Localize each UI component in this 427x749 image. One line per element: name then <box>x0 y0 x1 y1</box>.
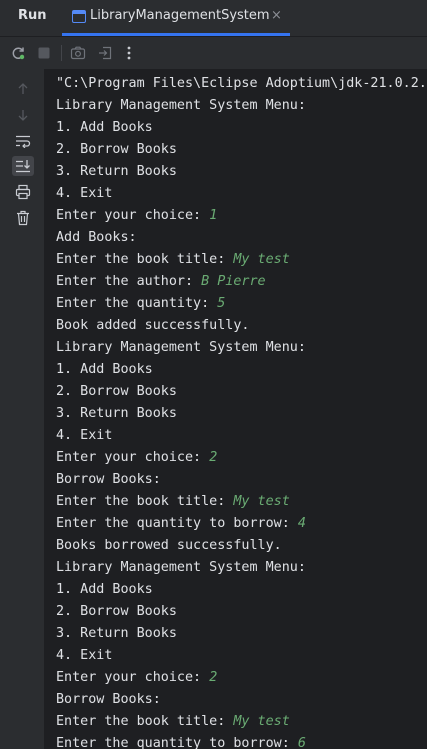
console-line: Books borrowed successfully. <box>56 535 282 557</box>
console-line: "C:\Program Files\Eclipse Adoptium\jdk-2… <box>56 73 427 95</box>
console-line: 4. Exit <box>56 425 112 447</box>
console-text: Enter your choice: <box>56 450 210 465</box>
user-input-text: My test <box>233 252 290 267</box>
console-line: Enter your choice: 2 <box>56 667 217 689</box>
scroll-to-end-icon[interactable] <box>12 156 34 176</box>
console-text: Library Management System Menu: <box>56 560 306 575</box>
console-line: Add Books: <box>56 227 137 249</box>
console-line: Enter the quantity to borrow: 6 <box>56 733 306 749</box>
console-line: Enter your choice: 1 <box>56 205 217 227</box>
console-text: Enter the book title: <box>56 252 234 267</box>
console-text: Library Management System Menu: <box>56 340 306 355</box>
console-text: 3. Return Books <box>56 164 177 179</box>
console-output[interactable]: "C:\Program Files\Eclipse Adoptium\jdk-2… <box>44 69 427 749</box>
console-text: Enter the quantity: <box>56 296 218 311</box>
tab-title: LibraryManagementSystem <box>90 8 270 23</box>
console-text: Enter the author: <box>56 274 202 289</box>
console-line: 4. Exit <box>56 183 112 205</box>
user-input-text: My test <box>233 494 290 509</box>
console-line: Library Management System Menu: <box>56 557 306 579</box>
console-text: "C:\Program Files\Eclipse Adoptium\jdk-2… <box>56 76 427 91</box>
user-input-text: 4 <box>297 516 306 531</box>
run-toolbar <box>0 37 427 69</box>
console-line: 3. Return Books <box>56 161 177 183</box>
console-line: Enter the book title: My test <box>56 249 290 271</box>
console-line: 1. Add Books <box>56 117 153 139</box>
run-tab-bar: Run LibraryManagementSystem × <box>0 0 427 37</box>
console-text: 2. Borrow Books <box>56 384 177 399</box>
console-line: 4. Exit <box>56 645 112 667</box>
console-text: Enter the quantity to borrow: <box>56 516 298 531</box>
down-arrow-icon[interactable] <box>12 105 34 125</box>
console-line: Library Management System Menu: <box>56 337 306 359</box>
console-line: 3. Return Books <box>56 403 177 425</box>
console-text: 1. Add Books <box>56 120 153 135</box>
toolbar-separator <box>61 45 62 61</box>
console-text: 1. Add Books <box>56 582 153 597</box>
active-tab-indicator <box>62 33 290 36</box>
console-text: 4. Exit <box>56 648 113 663</box>
console-text: Enter the quantity to borrow: <box>56 736 298 749</box>
console-line: Book added successfully. <box>56 315 249 337</box>
trash-icon[interactable] <box>12 208 34 228</box>
user-input-text: 2 <box>209 450 218 465</box>
tab-library-management-system[interactable]: LibraryManagementSystem × <box>62 0 290 36</box>
console-line: Borrow Books: <box>56 469 161 491</box>
console-text: Books borrowed successfully. <box>56 538 282 553</box>
console-text: Borrow Books: <box>56 472 161 487</box>
console-line: 2. Borrow Books <box>56 381 177 403</box>
console-line: Borrow Books: <box>56 689 161 711</box>
run-title: Run <box>18 8 47 23</box>
console-text: Enter your choice: <box>56 670 210 685</box>
user-input-text: 2 <box>209 670 218 685</box>
console-line: 2. Borrow Books <box>56 601 177 623</box>
console-window-icon <box>72 10 86 23</box>
console-line: Enter the book title: My test <box>56 711 290 733</box>
console-text: Borrow Books: <box>56 692 161 707</box>
console-line: Enter your choice: 2 <box>56 447 217 469</box>
console-text: Add Books: <box>56 230 137 245</box>
stop-icon[interactable] <box>34 43 54 63</box>
console-text: Library Management System Menu: <box>56 98 306 113</box>
console-line: 1. Add Books <box>56 579 153 601</box>
user-input-text: 1 <box>209 208 218 223</box>
console-line: 1. Add Books <box>56 359 153 381</box>
console-text: 2. Borrow Books <box>56 142 177 157</box>
camera-icon[interactable] <box>68 43 88 63</box>
rerun-icon[interactable] <box>8 43 28 63</box>
soft-wrap-icon[interactable] <box>12 131 34 151</box>
console-line: 2. Borrow Books <box>56 139 177 161</box>
user-input-text: My test <box>233 714 290 729</box>
console-text: Enter the book title: <box>56 714 234 729</box>
run-tool-window: Run LibraryManagementSystem × "C:\Progra… <box>0 0 427 749</box>
user-input-text: B Pierre <box>201 274 266 289</box>
console-line: 3. Return Books <box>56 623 177 645</box>
console-text: Enter the book title: <box>56 494 234 509</box>
more-icon[interactable] <box>119 43 139 63</box>
console-text: Book added successfully. <box>56 318 250 333</box>
close-icon[interactable]: × <box>271 9 282 23</box>
user-input-text: 6 <box>297 736 306 749</box>
console-text: 3. Return Books <box>56 626 177 641</box>
console-text: 4. Exit <box>56 186 113 201</box>
user-input-text: 5 <box>217 296 226 311</box>
console-text: 3. Return Books <box>56 406 177 421</box>
console-line: Enter the book title: My test <box>56 491 290 513</box>
console-line: Library Management System Menu: <box>56 95 306 117</box>
exit-icon[interactable] <box>95 43 115 63</box>
up-arrow-icon[interactable] <box>12 79 34 99</box>
console-text: 2. Borrow Books <box>56 604 177 619</box>
print-icon[interactable] <box>12 182 34 202</box>
console-text: 4. Exit <box>56 428 113 443</box>
console-line: Enter the quantity to borrow: 4 <box>56 513 306 535</box>
console-text: Enter your choice: <box>56 208 210 223</box>
console-line: Enter the author: B Pierre <box>56 271 266 293</box>
console-side-toolbar <box>0 69 44 749</box>
console-text: 1. Add Books <box>56 362 153 377</box>
console-line: Enter the quantity: 5 <box>56 293 225 315</box>
